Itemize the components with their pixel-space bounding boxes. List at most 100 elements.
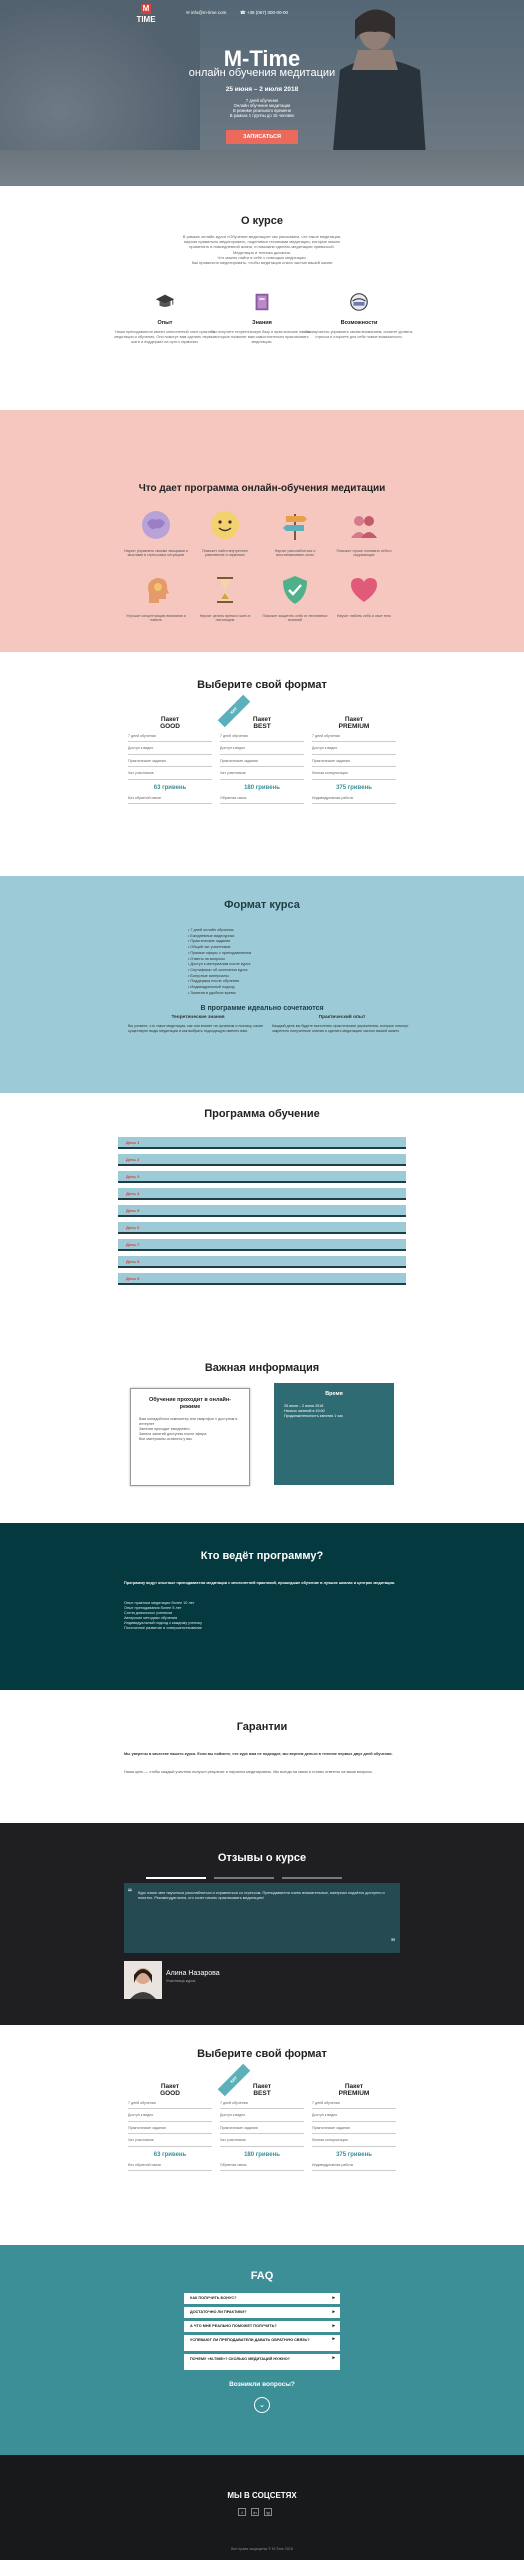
helmet-icon [350, 293, 368, 311]
hero-dates: 25 июня – 2 июля 2018 [225, 86, 299, 93]
format-title: Формат курса [224, 899, 300, 911]
signup-button[interactable]: ЗАПИСАТЬСЯ [226, 130, 298, 144]
program-day-9[interactable]: День 9 [118, 1273, 406, 1285]
review-tab[interactable] [282, 1877, 342, 1879]
program-day-5[interactable]: День 5 [118, 1205, 406, 1217]
review-tab[interactable] [214, 1877, 274, 1879]
program-day-1[interactable]: День 1 [118, 1137, 406, 1149]
reviewer-name: Алина Назарова [166, 1970, 220, 1977]
benefit-item: Поможет защитить себя от негативных влия… [262, 573, 328, 623]
guarantee-title: Гарантии [236, 1721, 288, 1733]
heart-icon [351, 578, 377, 602]
guarantee-text-1: Мы уверены в качестве нашего курса. Если… [124, 1752, 393, 1756]
online-info-box: Обучение проходит в онлайн-режиме Вам по… [130, 1388, 250, 1486]
hourglass-icon [217, 577, 233, 603]
chevron-down-icon[interactable]: ⌄ [254, 2397, 270, 2413]
faq-title: FAQ [250, 2270, 274, 2282]
format-section: Формат курса 7 дней онлайн обучения Ежед… [0, 876, 524, 1093]
plan-good[interactable]: Пакет GOOD 7 дней обучения Доступ к виде… [128, 716, 212, 805]
info-section: Важная информация Обучение проходит в он… [0, 1323, 524, 1523]
benefit-item: Поможет найти внутреннее равновесие и га… [192, 508, 258, 558]
theory-column: Теоретические знания Вы узнаете, что так… [128, 1015, 263, 1033]
shield-check-icon [283, 576, 307, 604]
smiley-icon [211, 511, 239, 539]
quote-close-icon: ” [391, 1935, 395, 1950]
faq-item[interactable]: КАК ПОЛУЧИТЬ БОНУС? [184, 2293, 340, 2304]
about-title: О курсе [240, 215, 284, 227]
benefit-item: Научит управлять своими эмоциями и мысля… [123, 508, 189, 558]
plan-premium[interactable]: Пакет PREMIUM 7 дней обучения Доступ к в… [312, 2083, 396, 2172]
hero-section: M TIME ✉ info@m-time.com ☎ +38 (067) 000… [0, 0, 524, 186]
benefit-item: Поможет лучше понимать себя и окружающих [331, 508, 397, 558]
signpost-icon [283, 514, 307, 540]
hero-subtitle: онлайн обучения медитации [188, 67, 336, 79]
benefit-item: Научит расслабляться и восстанавливать с… [262, 508, 328, 558]
instagram-icon[interactable]: ig [264, 2508, 272, 2516]
facebook-icon[interactable]: f [238, 2508, 246, 2516]
about-section: О курсе В рамках онлайн-курса «Обучение … [0, 186, 524, 410]
benefit-item: Научит ценить время и жить в настоящем [192, 573, 258, 623]
who-section: Кто ведёт программу? Программу ведут опы… [0, 1523, 524, 1690]
guarantee-text-2: Наша цель — чтобы каждый участник получи… [124, 1770, 373, 1774]
social-section: МЫ В СОЦСЕТЯХ f in ig Все права защищены… [0, 2455, 524, 2560]
footer-copyright: Все права защищены © M-Time 2018 [231, 2547, 293, 2551]
hero-details: 7 дней обучения Онлайн обучение медитаци… [229, 98, 295, 118]
info-title: Важная информация [204, 1362, 320, 1374]
pricing-title: Выберите свой формат [197, 679, 327, 691]
graduation-cap-icon [155, 294, 175, 308]
format-subtitle: В программе идеально сочетаются [200, 1005, 324, 1012]
plan-premium[interactable]: Пакет PREMIUM 7 дней обучения Доступ к в… [312, 716, 396, 805]
program-section: Программа обучение День 1 День 2 День 3 … [0, 1093, 524, 1323]
format-list: 7 дней онлайн обучения Ежедневные видеоу… [188, 928, 368, 996]
reviewer-avatar [124, 1961, 162, 1999]
faq-more-title: Возникли вопросы? [229, 2381, 295, 2388]
header-email[interactable]: ✉ info@m-time.com [186, 10, 226, 16]
program-day-6[interactable]: День 6 [118, 1222, 406, 1234]
program-day-8[interactable]: День 8 [118, 1256, 406, 1268]
benefit-item: Научит любить себя и свое тело [331, 573, 397, 618]
benefit-item: Улучшит концентрацию внимания и память [123, 573, 189, 623]
social-title: МЫ В СОЦСЕТЯХ [227, 2491, 297, 2500]
logo[interactable]: M TIME [130, 3, 162, 25]
reviews-title: Отзывы о курсе [217, 1852, 307, 1864]
reviews-section: Отзывы о курсе “ Курс помог мне научитьс… [0, 1823, 524, 2025]
faq-item[interactable]: ДОСТАТОЧНО ЛИ ПРАКТИКИ? [184, 2307, 340, 2318]
header-phone[interactable]: ☎ +38 (067) 000-00-00 [240, 10, 288, 16]
feature-possibilities: Возможности Вы научитесь управлять своим… [304, 291, 414, 340]
feature-knowledge: Знания Вы получите теоретическую базу и … [207, 291, 317, 345]
review-card: “ Курс помог мне научиться расслабляться… [124, 1883, 400, 1953]
people-icon [351, 516, 377, 538]
book-icon [255, 293, 269, 311]
program-day-4[interactable]: День 4 [118, 1188, 406, 1200]
who-intro: Программу ведут опытные преподаватели ме… [124, 1581, 396, 1585]
plan-good[interactable]: Пакет GOOD 7 дней обучения Доступ к виде… [128, 2083, 212, 2172]
review-tab[interactable] [146, 1877, 206, 1879]
faq-item[interactable]: А ЧТО МНЕ РЕАЛЬНО ПОМОЖЕТ ПОЛУЧИТЬ? [184, 2321, 340, 2332]
faq-item[interactable]: УСПЕВАЮТ ЛИ ПРЕПОДАВАТЕЛИ ДАВАТЬ ОБРАТНУ… [184, 2335, 340, 2351]
guarantee-section: Гарантии Мы уверены в качестве нашего ку… [0, 1690, 524, 1823]
benefits-section: Что дает программа онлайн-обучения медит… [0, 410, 524, 652]
who-details: Опыт практики медитации более 10 лет Опы… [124, 1601, 202, 1630]
program-day-7[interactable]: День 7 [118, 1239, 406, 1251]
quote-open-icon: “ [128, 1886, 132, 1900]
brain-icon [142, 511, 170, 539]
faq-section: FAQ КАК ПОЛУЧИТЬ БОНУС? ДОСТАТОЧНО ЛИ ПР… [0, 2245, 524, 2455]
reviewer-role: Участница курса [166, 1979, 196, 1983]
linkedin-icon[interactable]: in [251, 2508, 259, 2516]
review-text: Курс помог мне научиться расслабляться и… [138, 1891, 385, 1900]
pricing-section-2: Выберите свой формат ХИТ Пакет GOOD 7 дн… [0, 2025, 524, 2245]
program-day-2[interactable]: День 2 [118, 1154, 406, 1166]
head-profile-icon [148, 578, 169, 603]
program-day-3[interactable]: День 3 [118, 1171, 406, 1183]
pricing-section: Выберите свой формат ХИТ Пакет GOOD 7 дн… [0, 652, 524, 876]
practice-column: Практический опыт Каждый день вы будете … [272, 1015, 409, 1033]
benefits-title: Что дает программа онлайн-обучения медит… [138, 483, 386, 494]
about-text: В рамках онлайн-курса «Обучение медитаци… [182, 234, 342, 266]
who-title: Кто ведёт программу? [200, 1550, 324, 1562]
program-title: Программа обучение [204, 1108, 320, 1120]
faq-item[interactable]: ПОЧЕМУ «M-TIME»? СКОЛЬКО МЕДИТАЦИЙ НУЖНО… [184, 2354, 340, 2370]
pricing-title-2: Выберите свой формат [197, 2048, 327, 2060]
plan-best[interactable]: Пакет BEST 7 дней обучения Доступ к виде… [220, 716, 304, 805]
time-info-box: Время 25 июня – 2 июля 2018 Начало занят… [274, 1383, 394, 1485]
plan-best[interactable]: Пакет BEST 7 дней обучения Доступ к виде… [220, 2083, 304, 2172]
